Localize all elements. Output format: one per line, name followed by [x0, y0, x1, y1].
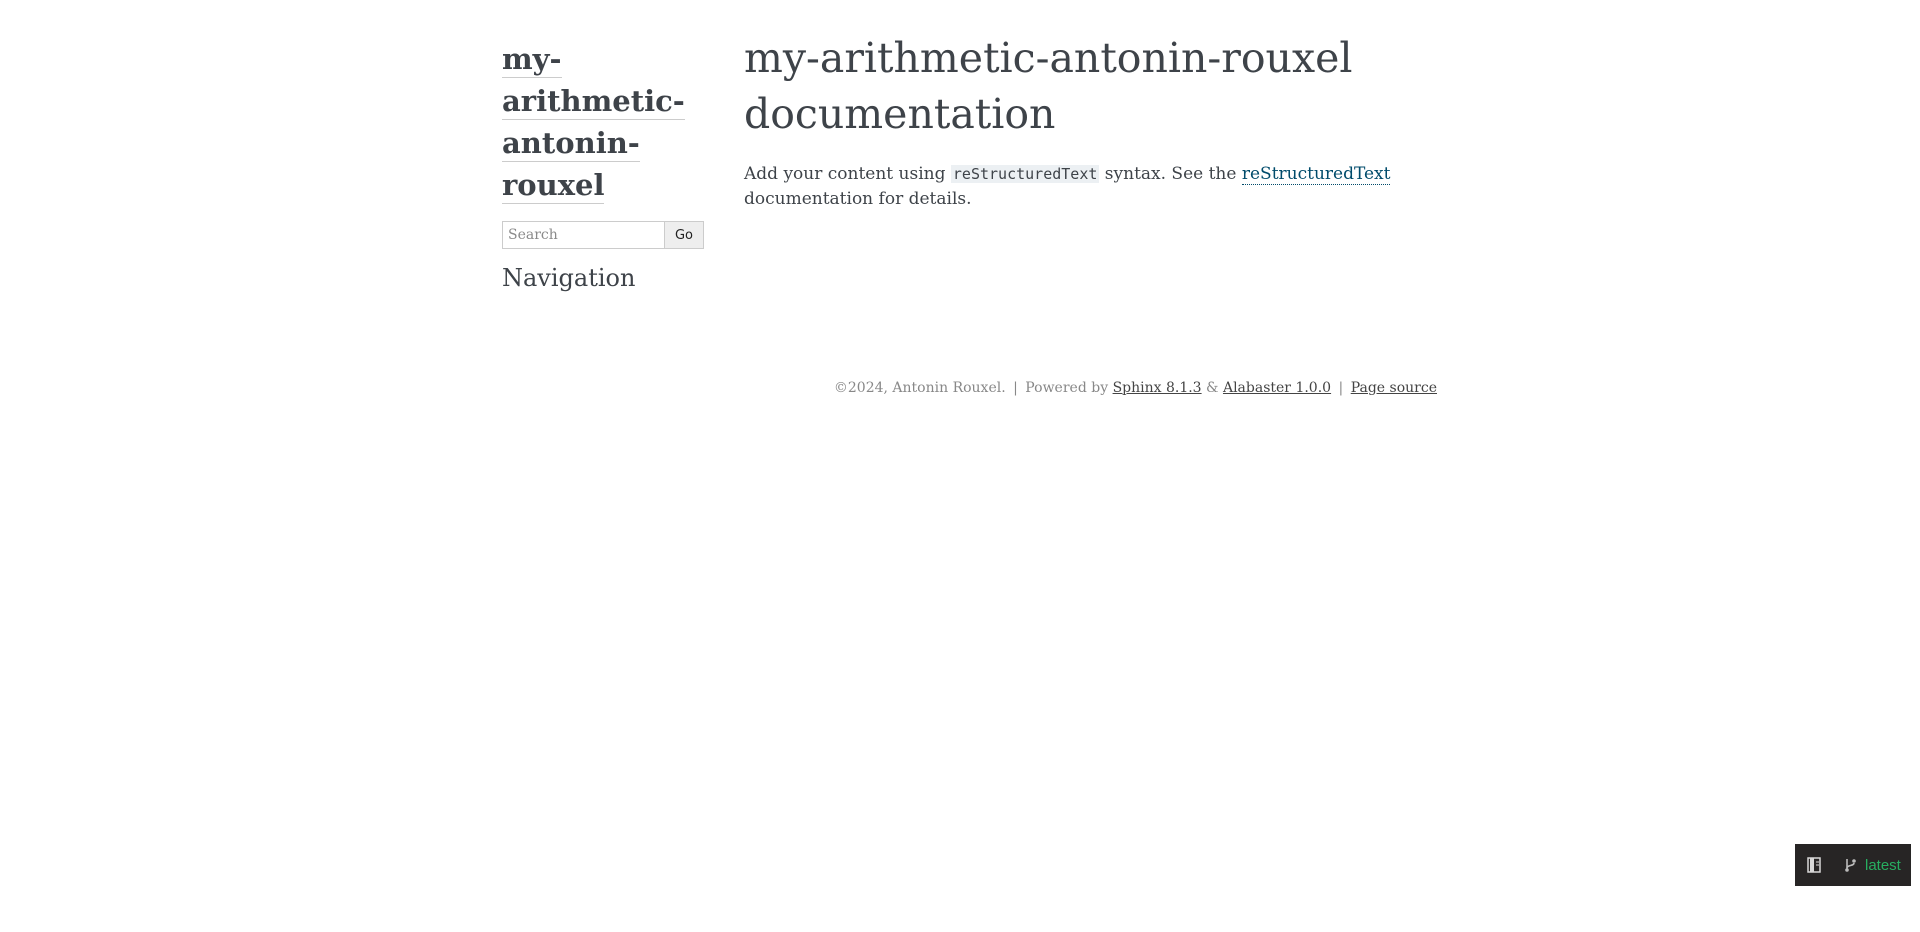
sidebar: my- arithmetic- antonin- rouxel Go Navig…	[502, 38, 722, 292]
version-flyout[interactable]: latest	[1795, 844, 1911, 886]
search-go-button[interactable]: Go	[664, 221, 704, 249]
intro-paragraph: Add your content using reStructuredText …	[744, 162, 1444, 212]
page-source-link[interactable]: Page source	[1351, 380, 1437, 396]
footer-separator: |	[1338, 380, 1344, 396]
footer-separator: |	[1013, 380, 1018, 396]
footer-ampersand: &	[1206, 380, 1219, 396]
navigation-heading: Navigation	[502, 264, 636, 292]
footer: ©2024, Antonin Rouxel. | Powered by Sphi…	[834, 380, 1437, 396]
page-title: my-arithmetic-antonin-rouxel documentati…	[744, 30, 1444, 142]
version-label: latest	[1865, 856, 1901, 874]
logo-part: arithmetic-	[502, 84, 685, 120]
inline-code: reStructuredText	[950, 165, 1100, 183]
intro-text: syntax. See the	[1099, 164, 1242, 184]
page-title-line: documentation	[744, 90, 1056, 138]
intro-text: documentation for details.	[744, 189, 972, 209]
main-content: my-arithmetic-antonin-rouxel documentati…	[744, 30, 1444, 212]
restructuredtext-link[interactable]: reStructuredText	[1241, 164, 1391, 185]
sphinx-link[interactable]: Sphinx 8.1.3	[1113, 380, 1202, 396]
search-input[interactable]	[502, 221, 664, 249]
intro-text: Add your content using	[744, 164, 951, 184]
logo-part: my-	[502, 42, 562, 78]
book-icon	[1807, 857, 1821, 873]
git-branch-icon	[1843, 857, 1857, 873]
project-logo-link[interactable]: my- arithmetic- antonin- rouxel	[502, 38, 722, 206]
footer-copyright: ©2024, Antonin Rouxel.	[833, 380, 1006, 396]
page-title-line: my-arithmetic-antonin-rouxel	[744, 34, 1353, 82]
footer-powered-by: Powered by	[1025, 380, 1109, 396]
search-form: Go	[502, 221, 704, 249]
logo-part: antonin-	[502, 126, 640, 162]
document: my- arithmetic- antonin- rouxel Go Navig…	[0, 0, 1920, 932]
alabaster-link[interactable]: Alabaster 1.0.0	[1223, 380, 1331, 396]
logo-part: rouxel	[502, 168, 605, 204]
